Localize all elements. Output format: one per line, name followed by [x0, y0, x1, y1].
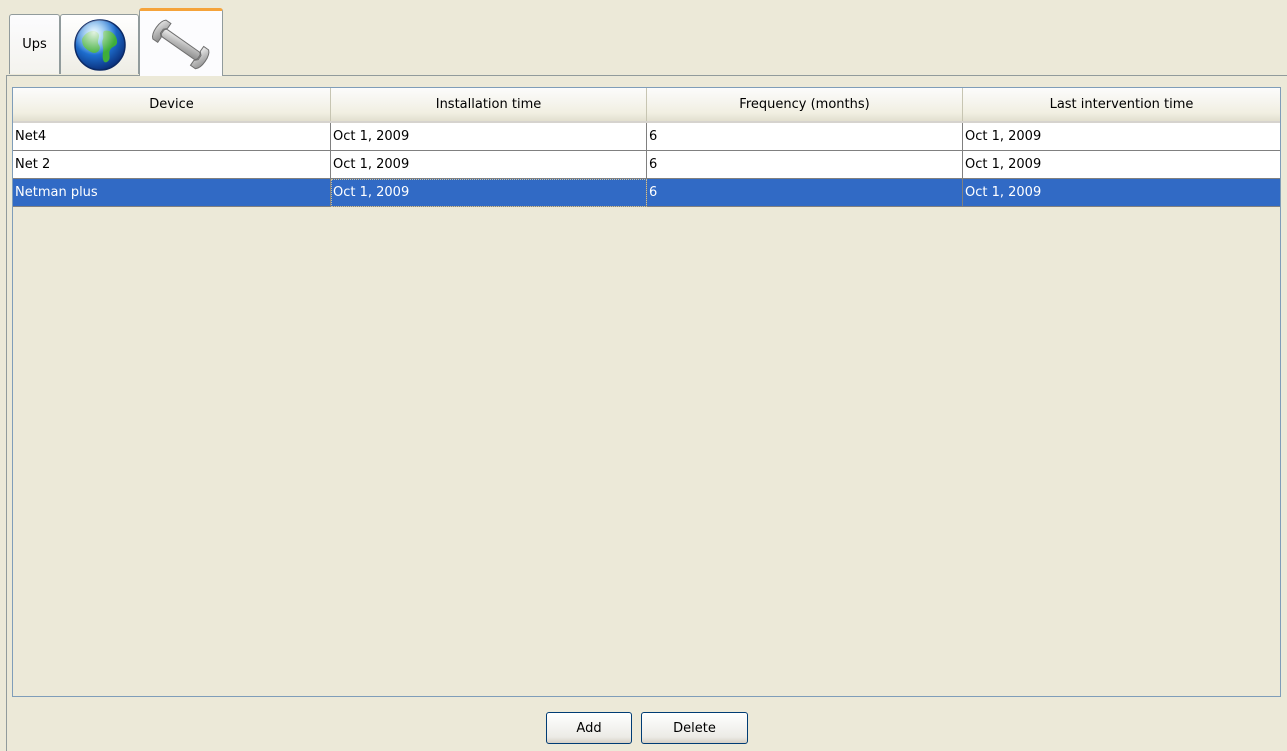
table-row[interactable]: Net 2 Oct 1, 2009 6 Oct 1, 2009 — [13, 151, 1280, 179]
table-cell-frequency[interactable]: 6 — [647, 179, 963, 207]
wrench-icon — [152, 19, 210, 69]
table-cell-device[interactable]: Net4 — [13, 123, 331, 151]
table-cell-last-intervention-time[interactable]: Oct 1, 2009 — [963, 179, 1280, 207]
table-cell-frequency[interactable]: 6 — [647, 123, 963, 151]
table-cell-installation-time[interactable]: Oct 1, 2009 — [331, 151, 647, 179]
column-header-device[interactable]: Device — [13, 88, 331, 121]
tab-strip: Ups — [0, 0, 1287, 76]
tab-ups[interactable]: Ups — [9, 14, 60, 74]
delete-button[interactable]: Delete — [641, 712, 748, 744]
column-header-last-intervention-time[interactable]: Last intervention time — [963, 88, 1280, 121]
table-row-selected[interactable]: Netman plus Oct 1, 2009 6 Oct 1, 2009 — [13, 179, 1280, 207]
table-header: Device Installation time Frequency (mont… — [13, 88, 1280, 123]
table-cell-frequency[interactable]: 6 — [647, 151, 963, 179]
globe-icon — [73, 18, 126, 71]
add-button[interactable]: Add — [546, 712, 632, 744]
tab-tools[interactable] — [139, 8, 223, 76]
table-cell-last-intervention-time[interactable]: Oct 1, 2009 — [963, 123, 1280, 151]
tab-ups-label: Ups — [22, 37, 47, 52]
column-header-frequency[interactable]: Frequency (months) — [647, 88, 963, 121]
maintenance-table[interactable]: Device Installation time Frequency (mont… — [12, 87, 1281, 697]
table-row[interactable]: Net4 Oct 1, 2009 6 Oct 1, 2009 — [13, 123, 1280, 151]
tab-globe[interactable] — [60, 14, 139, 74]
table-cell-installation-time[interactable]: Oct 1, 2009 — [331, 179, 647, 207]
table-cell-device[interactable]: Netman plus — [13, 179, 331, 207]
table-cell-last-intervention-time[interactable]: Oct 1, 2009 — [963, 151, 1280, 179]
table-cell-device[interactable]: Net 2 — [13, 151, 331, 179]
column-header-installation-time[interactable]: Installation time — [331, 88, 647, 121]
table-cell-installation-time[interactable]: Oct 1, 2009 — [331, 123, 647, 151]
